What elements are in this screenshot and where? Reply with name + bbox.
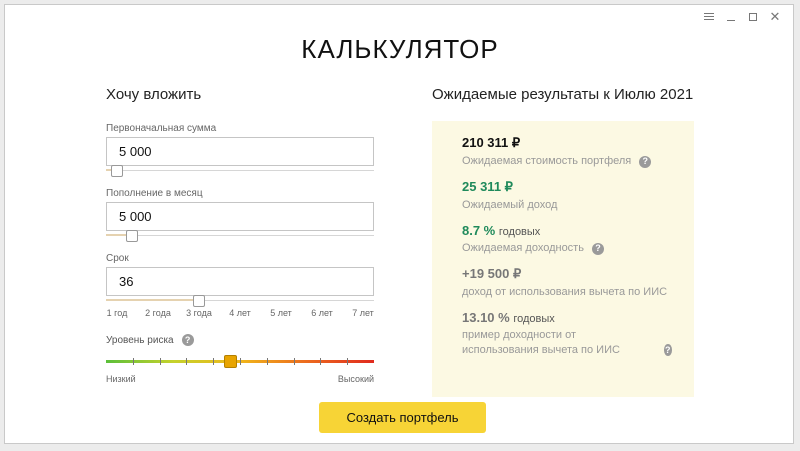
slider-handle[interactable] xyxy=(193,295,206,307)
monthly-topup-slider[interactable] xyxy=(106,230,374,242)
term-label: Срок xyxy=(106,253,129,264)
portfolio-value-caption: Ожидаемая стоимость портфеля ? xyxy=(462,154,672,169)
iis-yield: 13.10 % годовых xyxy=(462,310,672,325)
invest-heading: Хочу вложить xyxy=(106,86,202,103)
expected-income: 25 311 ₽ xyxy=(462,179,513,194)
term-mark: 7 лет xyxy=(352,308,374,318)
close-icon[interactable]: ✕ xyxy=(769,10,781,23)
iis-yield-caption: пример доходности от использования вычет… xyxy=(462,328,672,358)
term-mark: 6 лет xyxy=(311,308,333,318)
risk-tick xyxy=(240,358,241,365)
iis-yield-label: пример доходности от использования вычет… xyxy=(462,329,620,356)
portfolio-help-icon[interactable]: ? xyxy=(639,155,652,168)
risk-tick xyxy=(293,358,295,365)
risk-tick xyxy=(320,358,322,365)
term-mark: 3 года xyxy=(186,308,212,318)
create-portfolio-button[interactable]: Создать портфель xyxy=(319,402,486,433)
risk-label-row: Уровень риска ? xyxy=(106,334,374,346)
monthly-topup-input[interactable]: 5 000 xyxy=(106,202,374,231)
page-title: КАЛЬКУЛЯТОР xyxy=(301,34,499,64)
slider-fill xyxy=(106,299,200,301)
risk-label: Уровень риска xyxy=(106,334,174,346)
maximize-icon[interactable] xyxy=(747,11,759,23)
initial-amount-value: 5 000 xyxy=(119,144,152,159)
risk-low-label: Низкий xyxy=(106,374,136,384)
expected-yield-label: Ожидаемая доходность xyxy=(462,242,584,254)
term-mark: 1 год xyxy=(106,308,128,318)
risk-slider-handle[interactable] xyxy=(223,355,237,368)
invest-form: Хочу вложить Первоначальная сумма 5 000 … xyxy=(106,86,374,384)
iis-help-icon[interactable]: ? xyxy=(663,344,672,356)
risk-scale-ends: Низкий Высокий xyxy=(106,374,374,384)
term-mark: 4 лет xyxy=(229,308,251,318)
expected-yield-value: 8.7 % xyxy=(462,223,496,238)
window-controls: ✕ xyxy=(703,10,781,23)
risk-help-icon[interactable]: ? xyxy=(181,334,194,346)
initial-amount-label: Первоначальная сумма xyxy=(106,123,217,134)
risk-tick xyxy=(266,358,268,365)
risk-tick xyxy=(347,358,349,365)
tax-deduction-label: доход от использования вычета по ИИС xyxy=(462,286,668,298)
initial-amount-slider[interactable] xyxy=(106,165,374,177)
risk-tick xyxy=(132,358,134,365)
monthly-topup-value: 5 000 xyxy=(119,209,152,224)
risk-tick xyxy=(213,358,215,365)
risk-slider[interactable] xyxy=(106,352,374,370)
slider-handle[interactable] xyxy=(111,165,124,177)
results-header: Ожидаемые результаты к Июлю 2021 xyxy=(432,86,694,103)
monthly-topup-label: Пополнение в месяц xyxy=(106,188,203,199)
minimize-icon[interactable] xyxy=(725,11,737,23)
initial-amount-input[interactable]: 5 000 xyxy=(106,137,374,166)
yield-help-icon[interactable]: ? xyxy=(591,242,604,255)
term-value: 36 xyxy=(119,274,134,289)
iis-yield-unit: годовых xyxy=(513,313,555,325)
slider-track xyxy=(106,235,374,236)
portfolio-value-label: Ожидаемая стоимость портфеля xyxy=(462,155,632,167)
term-mark: 5 лет xyxy=(270,308,292,318)
risk-high-label: Высокий xyxy=(337,374,374,384)
term-slider[interactable] xyxy=(106,295,374,307)
portfolio-value: 210 311 ₽ xyxy=(462,135,521,150)
expected-yield: 8.7 % годовых xyxy=(462,223,672,238)
slider-handle[interactable] xyxy=(126,230,139,242)
menu-icon[interactable] xyxy=(703,11,715,23)
expected-yield-caption: Ожидаемая доходность ? xyxy=(462,241,672,256)
results-heading: Ожидаемые результаты к Июлю 2021 xyxy=(432,86,694,103)
expected-yield-unit: годовых xyxy=(498,226,541,238)
risk-tick xyxy=(186,358,188,365)
expected-income-label: Ожидаемый доход xyxy=(462,199,558,211)
iis-yield-value: 13.10 % xyxy=(462,310,510,325)
term-input[interactable]: 36 xyxy=(106,267,374,296)
slider-track xyxy=(106,170,374,171)
tax-deduction-income: +19 500 ₽ xyxy=(462,266,522,281)
term-scale: 1 год 2 года 3 года 4 лет 5 лет 6 лет 7 лет xyxy=(106,308,374,322)
term-mark: 2 года xyxy=(145,308,171,318)
results-panel: 210 311 ₽ Ожидаемая стоимость портфеля ?… xyxy=(432,121,694,397)
risk-tick xyxy=(159,358,161,365)
